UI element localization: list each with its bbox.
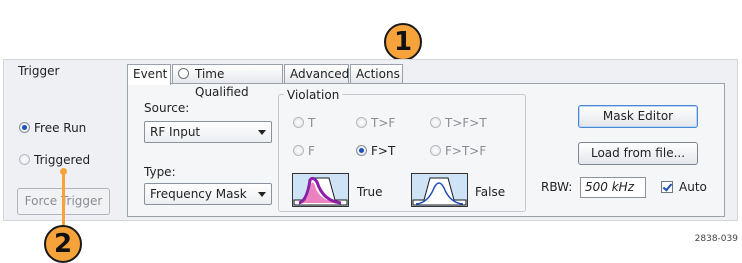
type-label: Type: [144, 165, 176, 179]
chevron-down-icon [258, 192, 266, 197]
false-label: False [475, 185, 506, 199]
tab-time-qualified-label: Time Qualified [195, 67, 249, 99]
violation-option-f-t-f[interactable]: F>T>F [430, 143, 486, 158]
false-mask-graphic [412, 177, 467, 206]
true-mask-graphic [293, 176, 348, 206]
violation-label-t-f: T>F [371, 115, 396, 130]
tab-event[interactable]: Event [127, 64, 171, 85]
violation-radio-t[interactable] [293, 117, 304, 128]
mask-editor-button[interactable]: Mask Editor [578, 105, 698, 128]
rbw-input[interactable]: 500 kHz [580, 177, 646, 198]
violation-option-t[interactable]: T [293, 115, 315, 130]
trigger-title: Trigger [18, 64, 60, 78]
violation-label-t-f-t: T>F>T [445, 115, 487, 130]
figure-number: 2838-039 [694, 234, 738, 244]
violation-option-f[interactable]: F [293, 143, 315, 158]
triggered-label: Triggered [34, 152, 91, 167]
violation-label-f: F [308, 143, 315, 158]
violation-option-t-f[interactable]: T>F [356, 115, 395, 130]
type-value: Frequency Mask [150, 187, 247, 201]
tab-advanced[interactable]: Advanced [284, 64, 349, 83]
violation-label-f-t-f: F>T>F [445, 143, 487, 158]
load-from-file-button[interactable]: Load from file... [578, 142, 698, 165]
callout-2-leader [62, 172, 65, 231]
rbw-label: RBW: [541, 180, 573, 194]
violation-option-f-t[interactable]: F>T [356, 143, 395, 158]
violation-label-f-t: F>T [371, 143, 396, 158]
free-run-radio[interactable] [19, 122, 30, 133]
source-label: Source: [144, 101, 190, 115]
auto-label: Auto [679, 180, 707, 194]
source-value: RF Input [150, 125, 201, 139]
violation-radio-t-f-t[interactable] [430, 117, 441, 128]
free-run-label: Free Run [34, 120, 87, 135]
triggered-radio[interactable] [19, 154, 30, 165]
tab-actions[interactable]: Actions [350, 64, 403, 83]
violation-radio-f-t-f[interactable] [430, 145, 441, 156]
true-mask-icon [292, 173, 349, 207]
source-select[interactable]: RF Input [144, 121, 272, 143]
violation-option-t-f-t[interactable]: T>F>T [430, 115, 487, 130]
tab-time-qualified[interactable]: Time Qualified [172, 64, 283, 99]
violation-radio-f-t[interactable] [356, 145, 367, 156]
violation-radio-f[interactable] [293, 145, 304, 156]
type-select[interactable]: Frequency Mask [144, 183, 272, 205]
violation-title: Violation [284, 88, 343, 102]
violation-label-t: T [308, 115, 316, 130]
chevron-down-icon [258, 130, 266, 135]
triggered-option[interactable]: Triggered [19, 152, 90, 167]
free-run-option[interactable]: Free Run [19, 120, 86, 135]
clock-icon [178, 68, 189, 79]
callout-1: 1 [384, 23, 422, 61]
callout-2: 2 [44, 225, 82, 263]
true-label: True [357, 185, 383, 199]
violation-radio-t-f[interactable] [356, 117, 367, 128]
auto-checkbox[interactable] [661, 181, 673, 193]
false-mask-icon [411, 173, 468, 207]
